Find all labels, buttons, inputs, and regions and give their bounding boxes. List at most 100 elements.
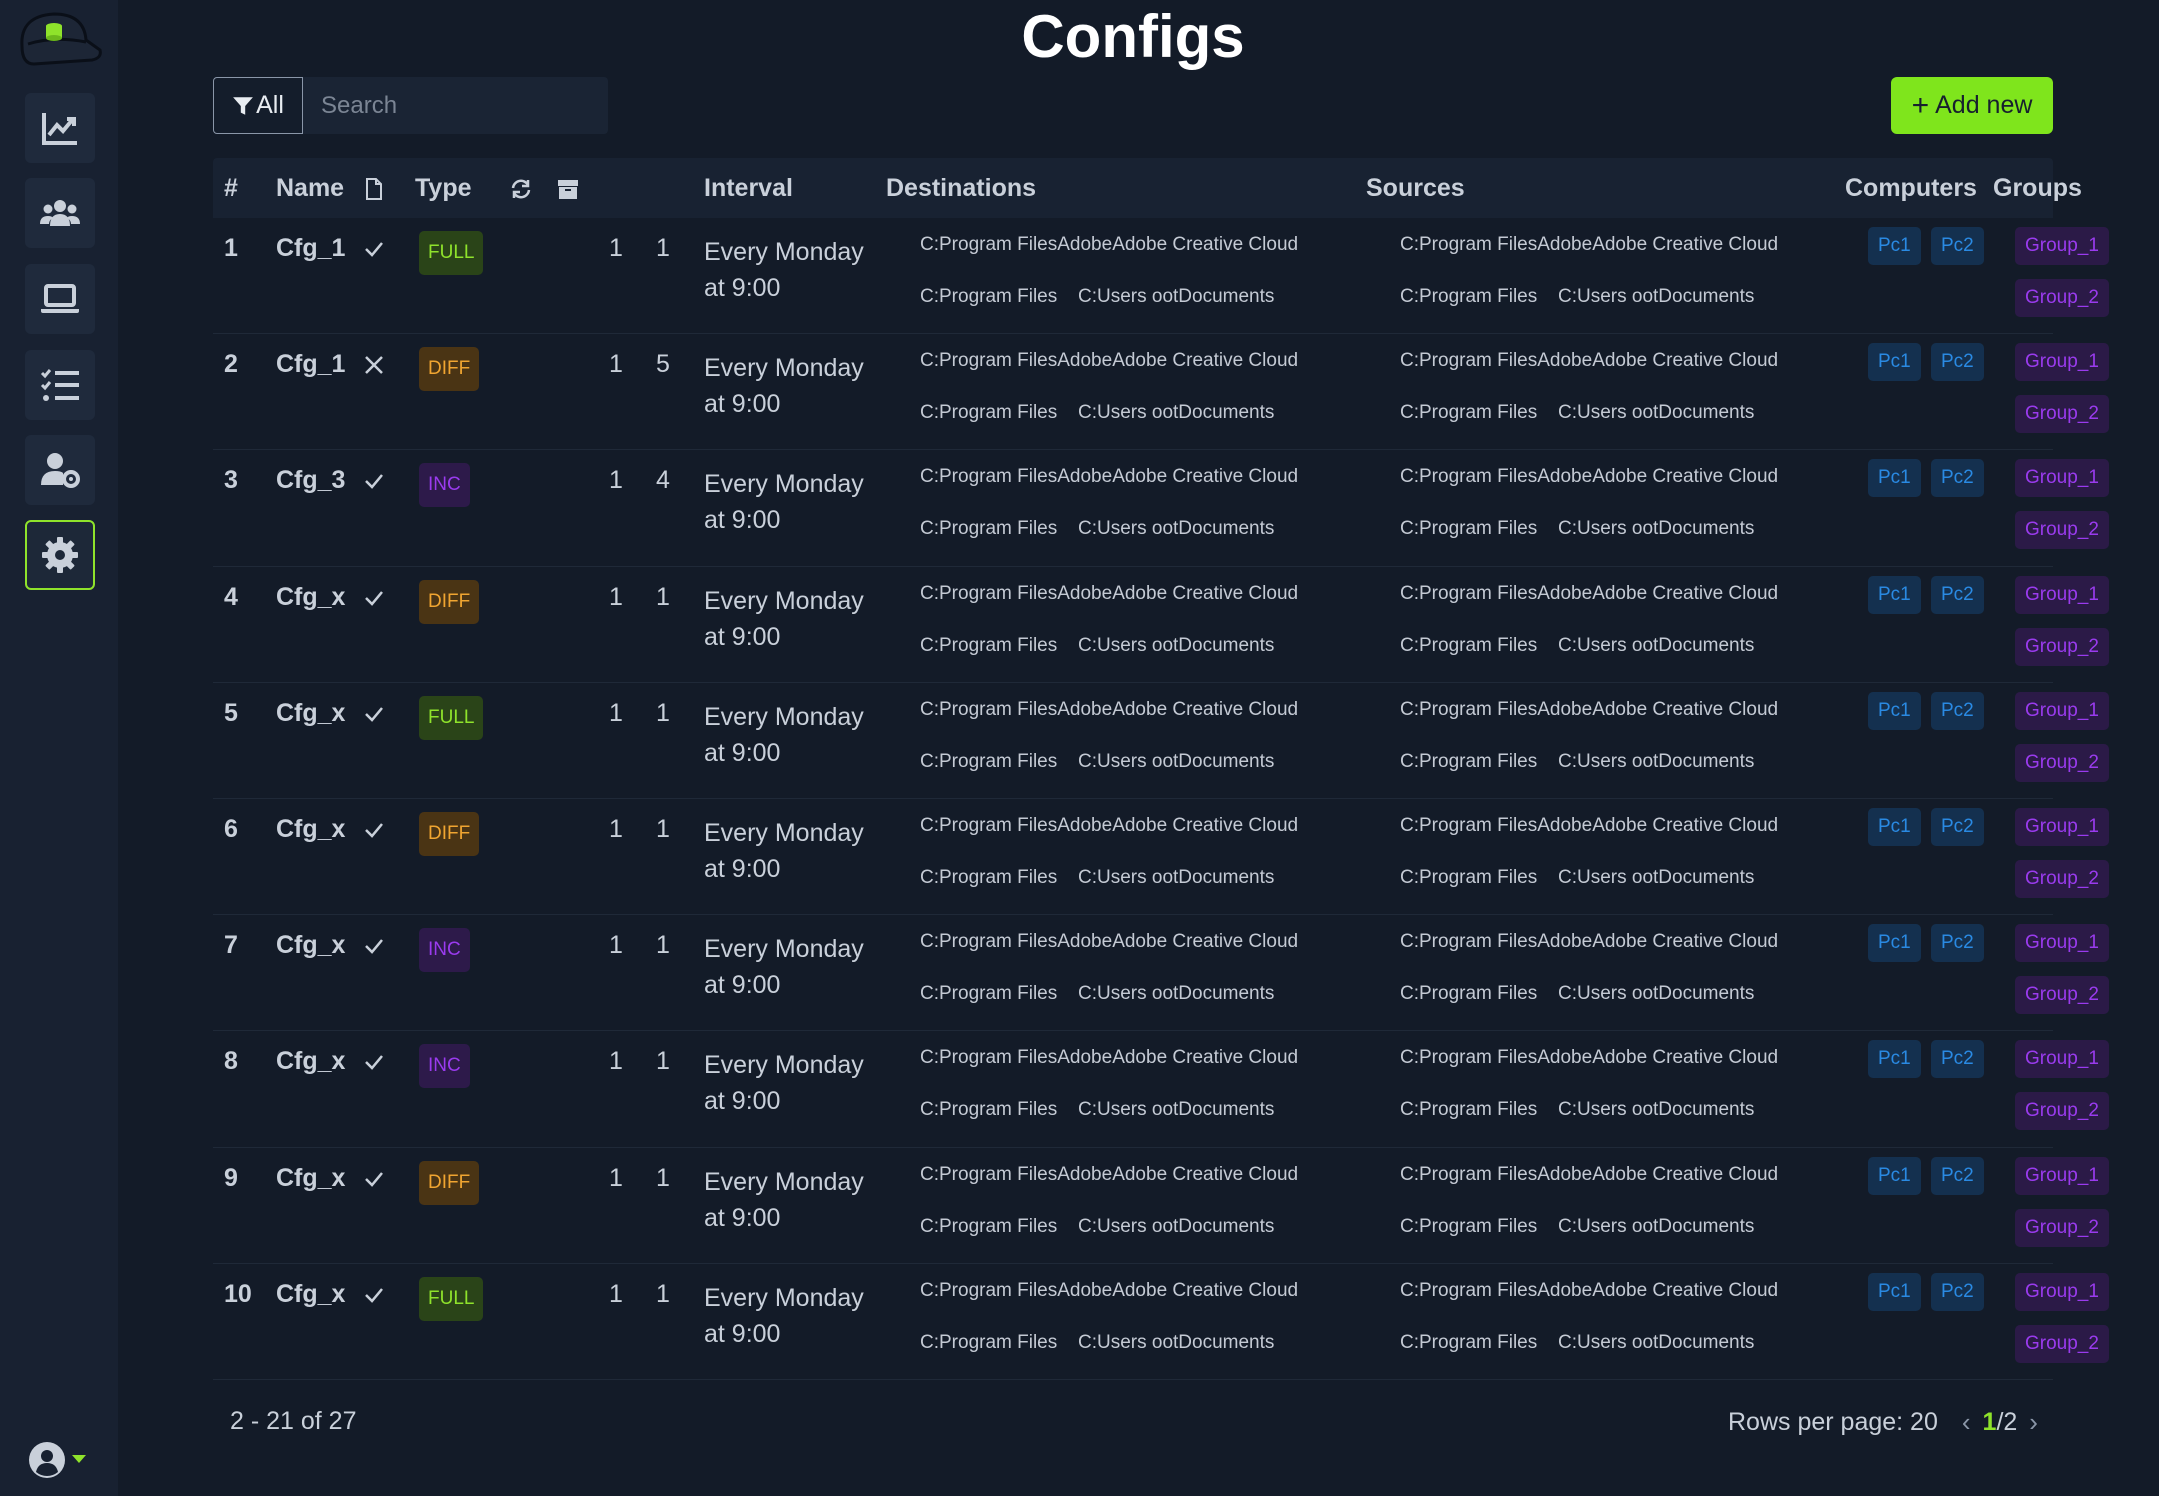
computer-chip[interactable]: Pc2 <box>1931 1156 1984 1195</box>
filter-button[interactable]: All <box>213 77 303 134</box>
retries-value: 1 <box>609 1279 623 1308</box>
computer-chip[interactable]: Pc2 <box>1931 807 1984 846</box>
group-chip[interactable]: Group_1 <box>2015 343 2109 382</box>
computer-chip[interactable]: Pc1 <box>1868 924 1921 963</box>
col-retries[interactable] <box>509 158 533 218</box>
nav-configs[interactable] <box>25 520 95 590</box>
app-logo-icon[interactable] <box>14 6 104 70</box>
computer-chip[interactable]: Pc2 <box>1931 459 1984 498</box>
config-name[interactable]: Cfg_x <box>276 1280 345 1309</box>
config-name[interactable]: Cfg_1 <box>276 350 345 379</box>
table-row[interactable]: 5 Cfg_x FULL 1 1 Every Monday at 9:00 C:Progra… <box>213 683 2109 799</box>
computer-chip[interactable]: Pc1 <box>1868 343 1921 382</box>
col-num[interactable]: # <box>224 158 238 218</box>
type-badge: DIFF <box>419 347 480 392</box>
group-chip[interactable]: Group_1 <box>2015 227 2109 265</box>
table-row[interactable]: 4 Cfg_x DIFF 1 1 Every Monday at 9:00 C:Progra… <box>213 567 2109 683</box>
col-type[interactable]: Type <box>415 158 472 218</box>
check-icon <box>365 242 383 257</box>
destination-path: C:Program Files <box>920 750 1058 772</box>
config-name[interactable]: Cfg_x <box>276 931 345 960</box>
computer-chip[interactable]: Pc1 <box>1868 1272 1921 1311</box>
col-destinations[interactable]: Destinations <box>886 158 1036 218</box>
table-row[interactable]: 1 Cfg_1 FULL 1 1 Every Monday at 9:00 C:Progra… <box>213 218 2109 335</box>
chevron-left-icon[interactable]: ‹ <box>1962 1407 1971 1438</box>
nav-tasks[interactable] <box>25 350 95 420</box>
keep-value: 1 <box>656 234 670 262</box>
computer-chip[interactable]: Pc2 <box>1931 575 1984 614</box>
config-name[interactable]: Cfg_x <box>276 815 345 844</box>
chevron-right-icon[interactable]: › <box>2029 1407 2038 1438</box>
computer-chip[interactable]: Pc1 <box>1868 1156 1921 1195</box>
group-chip[interactable]: Group_2 <box>2015 279 2109 317</box>
computer-chip[interactable]: Pc2 <box>1931 924 1984 963</box>
destination-path: C:Program FilesAdobeAdobe Creative Cloud <box>920 466 1299 488</box>
interval-value: Every Monday at 9:00 <box>704 1283 864 1348</box>
group-chip[interactable]: Group_1 <box>2015 575 2109 614</box>
user-menu[interactable] <box>28 1438 98 1482</box>
filter-label: All <box>256 91 284 119</box>
group-chip[interactable]: Group_2 <box>2015 511 2109 550</box>
type-badge: INC <box>419 928 470 973</box>
group-chip[interactable]: Group_1 <box>2015 1272 2109 1311</box>
group-chip[interactable]: Group_2 <box>2015 859 2109 898</box>
destination-path: C:Program Files <box>920 1331 1058 1353</box>
group-chip[interactable]: Group_2 <box>2015 976 2109 1015</box>
config-name[interactable]: Cfg_x <box>276 699 345 728</box>
table-row[interactable]: 9 Cfg_x DIFF 1 1 Every Monday at 9:00 C:Progra… <box>213 1148 2109 1264</box>
computer-chip[interactable]: Pc1 <box>1868 691 1921 730</box>
add-new-button[interactable]: + Add new <box>1891 77 2053 134</box>
config-name[interactable]: Cfg_x <box>276 1047 345 1076</box>
nav-user-settings[interactable] <box>25 435 95 505</box>
col-sources[interactable]: Sources <box>1366 158 1465 218</box>
computer-chip[interactable]: Pc1 <box>1868 227 1921 265</box>
computer-chip[interactable]: Pc2 <box>1931 1272 1984 1311</box>
computer-chip[interactable]: Pc2 <box>1931 343 1984 382</box>
col-interval[interactable]: Interval <box>704 158 793 218</box>
computer-chip[interactable]: Pc2 <box>1931 227 1984 265</box>
destination-path: C:Program Files <box>920 1215 1058 1237</box>
group-chip[interactable]: Group_2 <box>2015 743 2109 782</box>
computer-chip[interactable]: Pc1 <box>1868 807 1921 846</box>
table-row[interactable]: 2 Cfg_1 DIFF 1 5 Every Monday at 9:00 C:Progra… <box>213 334 2109 451</box>
col-keep[interactable] <box>556 158 580 218</box>
col-computers[interactable]: Computers <box>1845 158 1977 218</box>
type-badge: DIFF <box>419 811 480 856</box>
col-groups[interactable]: Groups <box>1993 158 2082 218</box>
col-file[interactable] <box>365 158 383 218</box>
group-chip[interactable]: Group_1 <box>2015 691 2109 730</box>
computer-chip[interactable]: Pc1 <box>1868 575 1921 614</box>
table-row[interactable]: 7 Cfg_x INC 1 1 Every Monday at 9:00 C:Program… <box>213 915 2109 1032</box>
computer-chip[interactable]: Pc2 <box>1931 691 1984 730</box>
rows-per-page[interactable]: Rows per page: 20 <box>1728 1408 1938 1437</box>
config-name[interactable]: Cfg_x <box>276 583 345 612</box>
config-name[interactable]: Cfg_3 <box>276 466 345 495</box>
toolbar: All <box>213 77 608 134</box>
pagination-count: 2 - 21 of 27 <box>230 1407 357 1435</box>
search-input[interactable] <box>303 77 608 134</box>
table-row[interactable]: 10 Cfg_x FULL 1 1 Every Monday at 9:00 C:Progr… <box>213 1264 2109 1380</box>
close-icon <box>365 356 383 375</box>
computer-chip[interactable]: Pc1 <box>1868 1040 1921 1079</box>
computer-chip[interactable]: Pc2 <box>1931 1040 1984 1079</box>
group-chip[interactable]: Group_2 <box>2015 627 2109 666</box>
config-name[interactable]: Cfg_1 <box>276 234 345 263</box>
col-name[interactable]: Name <box>276 158 344 218</box>
group-chip[interactable]: Group_2 <box>2015 1324 2109 1363</box>
group-chip[interactable]: Group_1 <box>2015 807 2109 846</box>
config-name[interactable]: Cfg_x <box>276 1164 345 1193</box>
computer-chip[interactable]: Pc1 <box>1868 459 1921 498</box>
group-chip[interactable]: Group_1 <box>2015 459 2109 498</box>
table-row[interactable]: 6 Cfg_x DIFF 1 1 Every Monday at 9:00 C:Progra… <box>213 799 2109 916</box>
table-row[interactable]: 3 Cfg_3 INC 1 4 Every Monday at 9:00 C:Program… <box>213 450 2109 567</box>
group-chip[interactable]: Group_1 <box>2015 924 2109 963</box>
nav-computers[interactable] <box>25 264 95 334</box>
group-chip[interactable]: Group_2 <box>2015 1208 2109 1247</box>
group-chip[interactable]: Group_1 <box>2015 1040 2109 1079</box>
table-row[interactable]: 8 Cfg_x INC 1 1 Every Monday at 9:00 C:Program… <box>213 1031 2109 1148</box>
nav-dashboard[interactable] <box>25 93 95 163</box>
nav-users[interactable] <box>25 178 95 248</box>
group-chip[interactable]: Group_2 <box>2015 395 2109 434</box>
group-chip[interactable]: Group_1 <box>2015 1156 2109 1195</box>
group-chip[interactable]: Group_2 <box>2015 1092 2109 1131</box>
